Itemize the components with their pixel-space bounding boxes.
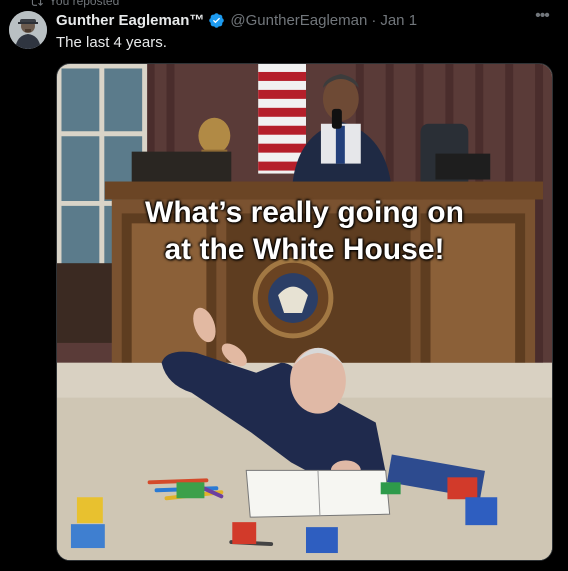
tweet-media-image[interactable]: What’s really going on at the White Hous…	[56, 63, 553, 561]
author-handle[interactable]: @GuntherEagleman	[230, 12, 367, 29]
repost-icon	[31, 0, 43, 6]
author-name[interactable]: Gunther Eagleman™	[56, 12, 204, 29]
avatar[interactable]	[9, 11, 47, 49]
meme-caption: What’s really going on at the White Hous…	[57, 194, 552, 268]
tweet-text: The last 4 years.	[56, 34, 167, 51]
tweet-header: Gunther Eagleman™ @GuntherEagleman · Jan…	[56, 10, 552, 30]
repost-label: You reposted	[49, 0, 120, 8]
oval-office-illustration	[57, 64, 552, 560]
separator-dot: ·	[371, 11, 377, 29]
meme-caption-line-2: at the White House!	[164, 233, 445, 266]
tweet-date[interactable]: Jan 1	[380, 12, 417, 29]
verified-badge-icon	[209, 12, 225, 28]
repost-indicator: You reposted	[30, 0, 119, 8]
more-horizontal-icon[interactable]: •••	[532, 8, 552, 28]
avatar-image	[9, 11, 47, 49]
meme-caption-line-1: What’s really going on	[145, 196, 464, 229]
